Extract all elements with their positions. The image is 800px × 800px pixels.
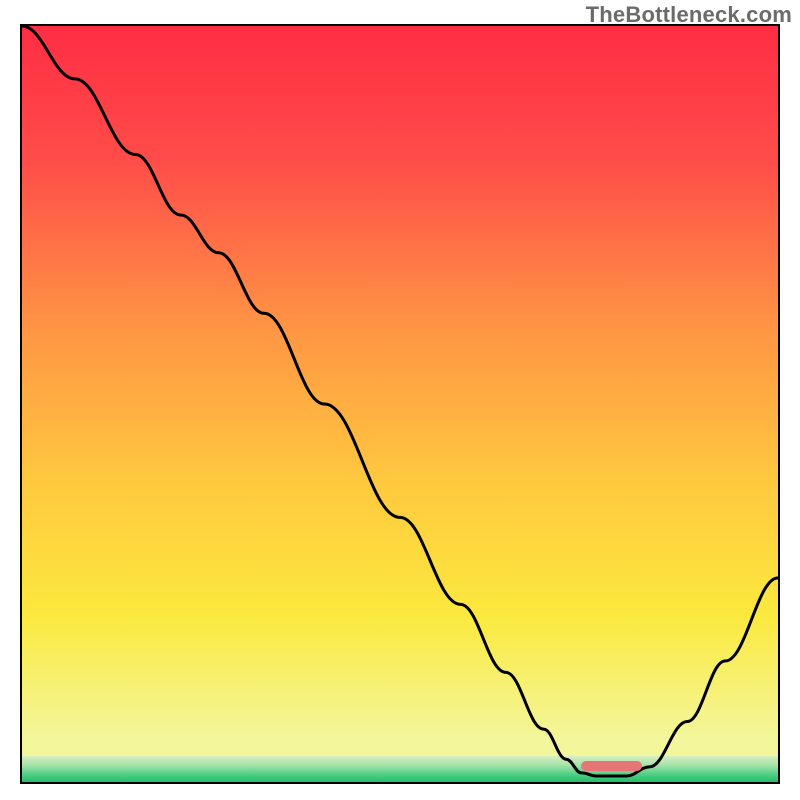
chart-frame: TheBottleneck.com: [0, 0, 800, 800]
curve-path: [22, 26, 778, 776]
plot-area: [20, 24, 780, 784]
watermark-text: TheBottleneck.com: [586, 2, 792, 28]
bottleneck-curve: [22, 26, 778, 782]
optimal-range-marker: [581, 761, 641, 771]
